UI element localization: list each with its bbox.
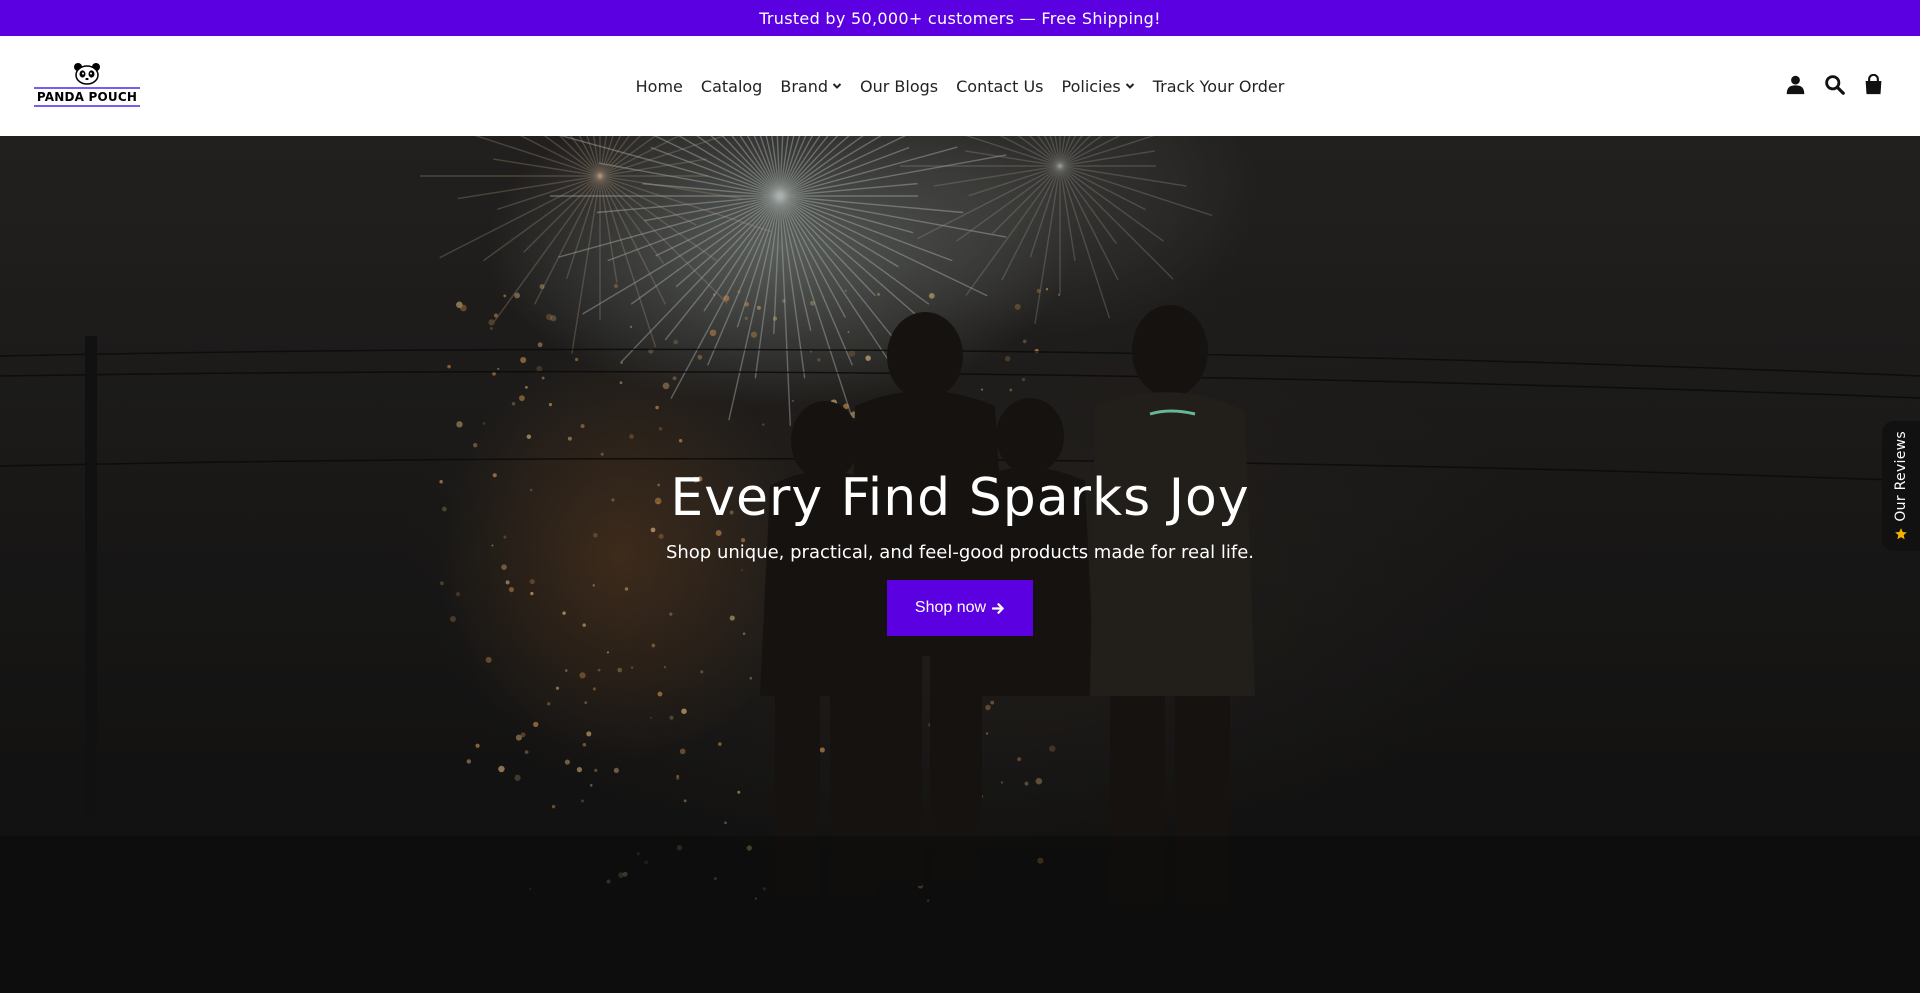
chevron-down-icon [1125, 83, 1134, 89]
logo-top-line [34, 87, 140, 89]
announcement-bar: Trusted by 50,000+ customers — Free Ship… [0, 0, 1920, 36]
panda-logo-icon [74, 63, 100, 85]
search-icon[interactable] [1824, 74, 1845, 95]
hero-subtitle: Shop unique, practical, and feel-good pr… [665, 542, 1255, 563]
nav-item-label: Track Your Order [1152, 76, 1285, 96]
shop-now-label: Shop now [914, 599, 987, 616]
nav-item-brand[interactable]: Brand [771, 77, 851, 96]
shop-now-button[interactable]: Shop now [887, 580, 1033, 636]
reviews-tab[interactable]: Our Reviews [1882, 421, 1920, 551]
nav-item-our-blogs[interactable]: Our Blogs [851, 77, 947, 96]
nav-item-label: Home [635, 76, 683, 96]
nav-item-contact-us[interactable]: Contact Us [947, 77, 1052, 96]
nav-item-catalog[interactable]: Catalog [692, 77, 771, 96]
logo-text: PANDA POUCH [36, 90, 138, 104]
main-nav: Home Catalog Brand Our Blogs Contact Us Polic… [0, 36, 1920, 136]
nav-item-label: Policies [1061, 76, 1121, 96]
cart-icon[interactable] [1863, 74, 1884, 95]
site-header: PANDA POUCH Home Catalog Brand Our Blogs Con… [0, 36, 1920, 136]
logo[interactable]: PANDA POUCH [33, 62, 141, 112]
main-nav-list: Home Catalog Brand Our Blogs Contact Us Polic… [627, 77, 1294, 96]
nav-item-label: Brand [780, 76, 828, 96]
arrow-right-icon [992, 602, 1004, 614]
nav-item-home[interactable]: Home [627, 77, 692, 96]
hero-content: Every Find Sparks Joy Shop unique, pract… [0, 466, 1920, 636]
account-icon[interactable] [1785, 74, 1806, 95]
star-icon [1895, 528, 1907, 540]
announcement-text: Trusted by 50,000+ customers — Free Ship… [759, 8, 1161, 28]
nav-item-track-your-order[interactable]: Track Your Order [1144, 77, 1294, 96]
nav-item-label: Contact Us [956, 76, 1044, 96]
reviews-tab-label: Our Reviews [1893, 430, 1909, 522]
nav-item-label: Catalog [700, 76, 763, 96]
nav-item-label: Our Blogs [860, 76, 939, 96]
hero-title: Every Find Sparks Joy [670, 468, 1250, 528]
logo-bottom-line [34, 105, 140, 107]
header-icons [1785, 74, 1884, 95]
chevron-down-icon [832, 83, 842, 89]
hero-banner: Every Find Sparks Joy Shop unique, pract… [0, 136, 1920, 993]
nav-item-policies[interactable]: Policies [1053, 77, 1144, 96]
